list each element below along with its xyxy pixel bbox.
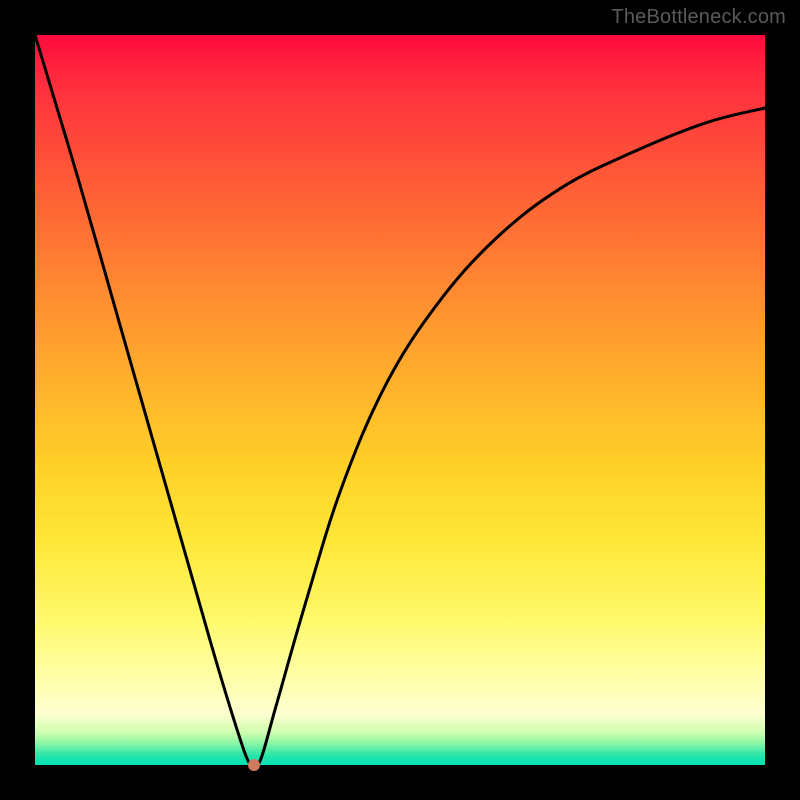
- watermark-text: TheBottleneck.com: [611, 6, 786, 29]
- optimal-point-marker: [248, 759, 260, 771]
- bottleneck-curve: [35, 35, 765, 765]
- chart-svg: [35, 35, 765, 765]
- chart-frame: TheBottleneck.com: [0, 0, 800, 800]
